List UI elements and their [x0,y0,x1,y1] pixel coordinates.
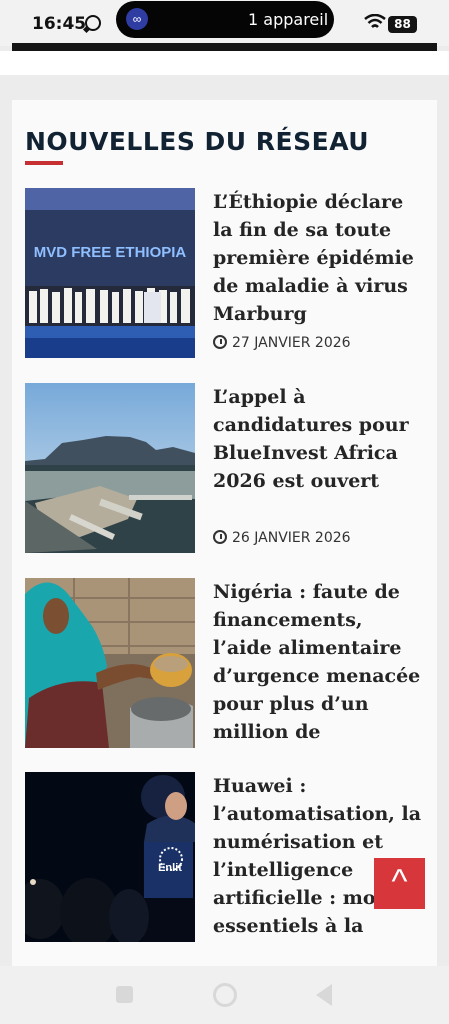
title-underline [25,161,63,165]
status-time: 16:45 [32,14,87,34]
cape-town-harbor-image [25,383,195,553]
clock-icon [213,335,227,349]
section-title: NOUVELLES DU RÉSEAU [25,127,370,156]
battery-level: 88 [388,16,417,33]
device-count: 1 appareil [248,10,329,29]
whatsapp-icon [85,15,101,31]
home-icon[interactable] [213,983,237,1007]
article-item[interactable]: Nigéria : faute de financements, l’aide … [25,578,425,748]
back-icon[interactable] [316,984,332,1006]
article-thumbnail[interactable]: MVD FREE ETHIOPIA [25,188,195,358]
link-icon: ∞ [126,8,148,30]
article-headline[interactable]: L’appel à candidatures pour BlueInvest A… [213,383,425,495]
huawei-speaker-image: Enlit [25,772,195,942]
date-text: 27 JANVIER 2026 [232,335,351,351]
header-band [0,51,449,75]
recent-apps-icon[interactable] [116,986,133,1003]
article-headline[interactable]: Nigéria : faute de financements, l’aide … [213,578,425,746]
network-news-card: NOUVELLES DU RÉSEAU MVD FREE ETHIOPIA L’… [12,100,437,966]
clock-icon [213,530,227,544]
article-item[interactable]: L’appel à candidatures pour BlueInvest A… [25,383,425,553]
article-thumbnail[interactable] [25,383,195,553]
image-banner-text: MVD FREE ETHIOPIA [34,244,187,261]
status-bar: 16:45 ∞ 1 appareil 88 [0,0,449,46]
article-thumbnail[interactable] [25,578,195,748]
article-headline[interactable]: L’Éthiopie déclare la fin de sa toute pr… [213,188,425,328]
top-dark-strip [12,43,437,51]
food-aid-woman-image [25,578,195,748]
device-pill[interactable]: ∞ 1 appareil [116,1,334,38]
article-date: 27 JANVIER 2026 [213,335,351,351]
article-item[interactable]: MVD FREE ETHIOPIA L’Éthiopie déclare la … [25,188,425,358]
ethiopia-event-image: MVD FREE ETHIOPIA [25,188,195,358]
article-item[interactable]: Enlit Huawei : l’automatisation, la numé… [25,772,425,942]
section-separator [0,75,449,100]
article-date: 26 JANVIER 2026 [213,530,351,546]
article-headline[interactable]: Huawei : l’automatisation, la numérisati… [213,772,425,940]
back-to-top-button[interactable]: ^ [374,858,425,909]
article-thumbnail[interactable]: Enlit [25,772,195,942]
wifi-icon [364,14,386,28]
date-text: 26 JANVIER 2026 [232,530,351,546]
android-nav-bar [0,966,449,1024]
